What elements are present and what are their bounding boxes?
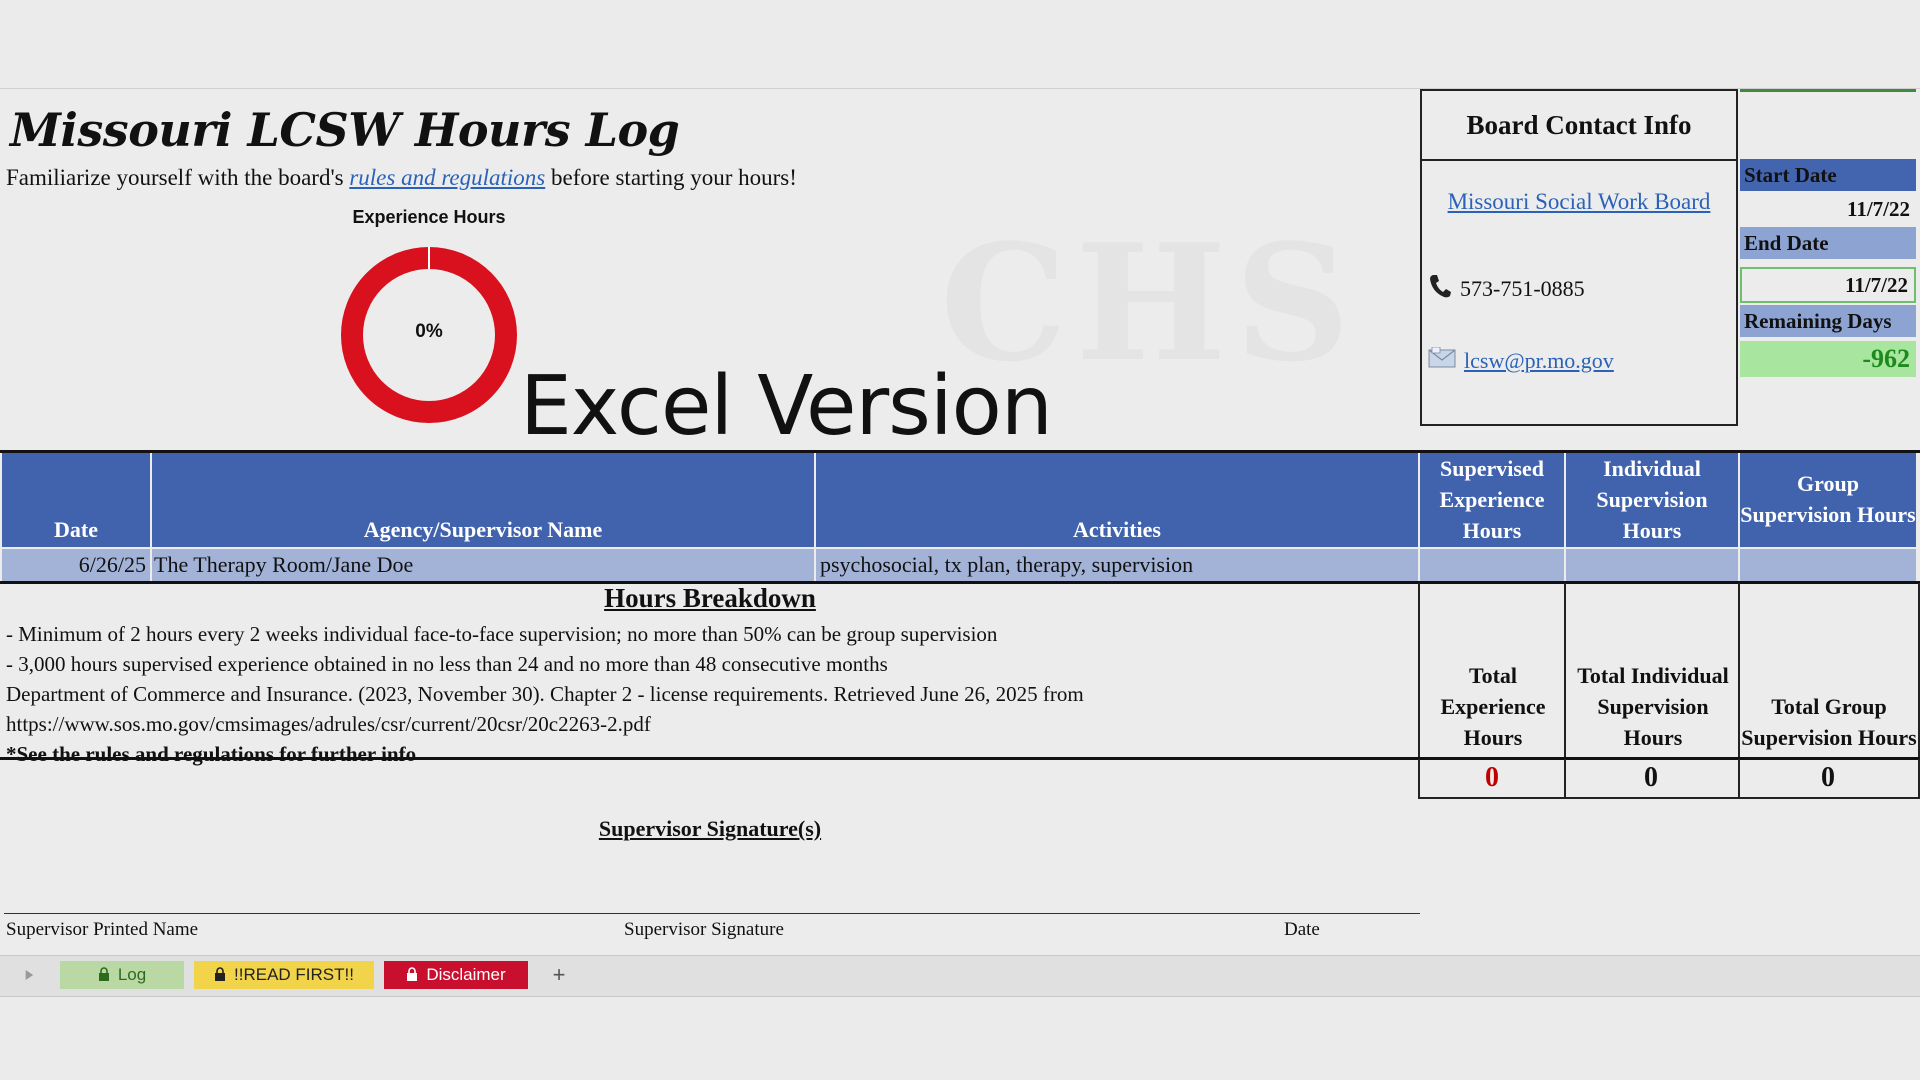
sheet-tab-bar: Log !!READ FIRST!! Disclaimer + (0, 955, 1920, 997)
intro-after: before starting your hours! (551, 165, 797, 190)
phone-number: 573-751-0885 (1460, 276, 1585, 301)
row-1-supervised[interactable] (1420, 549, 1564, 581)
intro-before: Familiarize yourself with the board's (6, 165, 344, 190)
supervisor-signature-heading: Supervisor Signature(s) (598, 816, 822, 841)
header-activities[interactable]: Activities (816, 453, 1418, 547)
lock-icon (214, 966, 226, 984)
email-link[interactable]: lcsw@pr.mo.gov (1464, 348, 1614, 374)
sheet-tab-disclaimer[interactable]: Disclaimer (384, 961, 528, 989)
end-date-label: End Date (1740, 227, 1916, 259)
header-date[interactable]: Date (2, 453, 150, 547)
sheet-tab-label: !!READ FIRST!! (234, 965, 354, 984)
row-1-group[interactable] (1740, 549, 1916, 581)
hours-breakdown-heading: Hours Breakdown (604, 583, 816, 613)
start-date-value[interactable]: 11/7/22 (1740, 193, 1916, 225)
total-individual-value[interactable]: 0 (1564, 759, 1740, 799)
social-work-board-link[interactable]: Missouri Social Work Board (1448, 189, 1711, 214)
chart-title: Experience Hours (352, 207, 506, 227)
total-group-value[interactable]: 0 (1738, 759, 1920, 799)
rules-link[interactable]: rules and regulations (349, 165, 545, 190)
board-contact-heading: Board Contact Info (1422, 91, 1736, 161)
header-agency[interactable]: Agency/Supervisor Name (152, 453, 814, 547)
intro-text: Familiarize yourself with the board's ru… (6, 165, 797, 191)
board-contact-box: Board Contact Info Missouri Social Work … (1420, 89, 1738, 426)
supervisor-printed-name-label: Supervisor Printed Name (6, 919, 199, 940)
breakdown-line: - 3,000 hours supervised experience obta… (6, 652, 888, 676)
breakdown-line: https://www.sos.mo.gov/cmsimages/adrules… (6, 712, 651, 736)
sheet-tab-read-first[interactable]: !!READ FIRST!! (194, 961, 374, 989)
lock-icon (406, 966, 418, 984)
remaining-days-value[interactable]: -962 (1740, 341, 1916, 377)
total-group-label: Total Group Supervision Hours (1738, 583, 1920, 757)
phone-row: 573-751-0885 (1428, 273, 1585, 305)
hours-breakdown[interactable]: Hours Breakdown - Minimum of 2 hours eve… (2, 583, 1418, 766)
scroll-tabs-right-icon[interactable] (14, 961, 44, 989)
sheet-tab-label: Log (117, 965, 147, 984)
sheet-tab-label: Disclaimer (426, 965, 506, 984)
sheet-tab-log[interactable]: Log (60, 961, 184, 989)
row-1-date[interactable]: 6/26/25 (2, 549, 150, 581)
supervisor-signature-label: Supervisor Signature (624, 919, 784, 940)
excel-version-label: Excel Version (520, 359, 1053, 454)
breakdown-note: *See the rules and regulations for furth… (6, 742, 417, 766)
row-1-activities[interactable]: psychosocial, tx plan, therapy, supervis… (816, 549, 1418, 581)
row-1-individual[interactable] (1566, 549, 1738, 581)
signature-date-label: Date (1284, 919, 1320, 940)
header-individual-hours[interactable]: Individual Supervision Hours (1566, 453, 1738, 547)
header-group-hours[interactable]: Group Supervision Hours (1740, 453, 1916, 547)
spreadsheet-canvas[interactable]: CHS Missouri LCSW Hours Log Familiarize … (0, 88, 1920, 957)
donut-center-label: 0% (415, 321, 443, 342)
email-icon (1428, 346, 1456, 375)
total-experience-label: Total Experience Hours (1418, 583, 1566, 757)
lock-icon (98, 966, 110, 984)
total-individual-label: Total Individual Supervision Hours (1564, 583, 1740, 757)
phone-icon (1428, 273, 1452, 305)
page-title: Missouri LCSW Hours Log (10, 103, 680, 157)
row-1-agency[interactable]: The Therapy Room/Jane Doe (152, 549, 814, 581)
dates-top-cell[interactable] (1740, 89, 1916, 157)
breakdown-line: Department of Commerce and Insurance. (2… (6, 682, 1084, 706)
start-date-label: Start Date (1740, 159, 1916, 191)
email-row: lcsw@pr.mo.gov (1428, 346, 1614, 375)
breakdown-line: - Minimum of 2 hours every 2 weeks indiv… (6, 622, 998, 646)
signature-line (4, 913, 1420, 914)
plus-icon[interactable]: + (542, 961, 576, 989)
total-experience-value[interactable]: 0 (1418, 759, 1566, 799)
end-date-value[interactable]: 11/7/22 (1740, 267, 1916, 303)
header-supervised-hours[interactable]: Supervised Experience Hours (1420, 453, 1564, 547)
remaining-days-label: Remaining Days (1740, 305, 1916, 337)
